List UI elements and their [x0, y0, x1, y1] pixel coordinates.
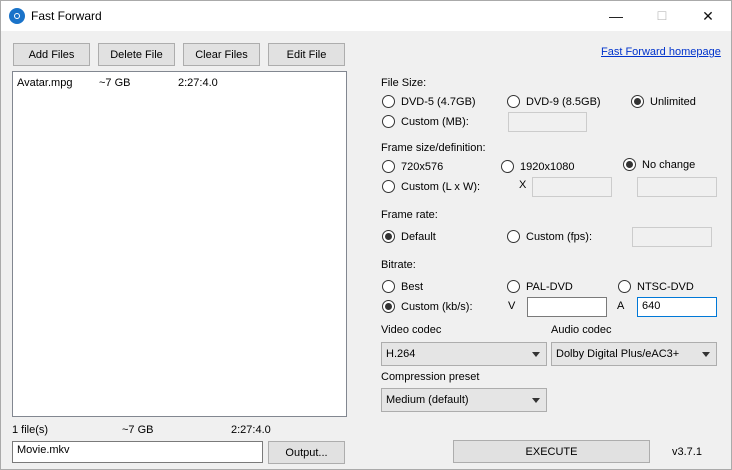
radio-no-change[interactable]: No change	[623, 158, 695, 171]
output-button[interactable]: Output...	[268, 441, 345, 464]
output-filename-input[interactable]: Movie.mkv	[12, 441, 263, 463]
title-bar: Fast Forward — ☐ ✕	[1, 1, 731, 31]
radio-dot-icon	[382, 115, 395, 128]
minimize-button[interactable]: —	[593, 1, 639, 31]
close-button[interactable]: ✕	[685, 1, 731, 31]
radio-best[interactable]: Best	[382, 280, 423, 293]
radio-1920x1080[interactable]: 1920x1080	[501, 160, 574, 173]
frame-x-label: X	[519, 179, 527, 191]
radio-dvd5[interactable]: DVD-5 (4.7GB)	[382, 95, 476, 108]
clear-files-button[interactable]: Clear Files	[183, 43, 260, 66]
audio-codec-label: Audio codec	[551, 324, 612, 336]
app-window: Fast Forward — ☐ ✕ Add Files Delete File…	[0, 0, 732, 470]
add-files-button[interactable]: Add Files	[13, 43, 90, 66]
radio-custom-fps[interactable]: Custom (fps):	[507, 230, 592, 243]
radio-dot-checked-icon	[623, 158, 636, 171]
version-label: v3.7.1	[672, 446, 702, 458]
radio-custom-bitrate[interactable]: Custom (kb/s):	[382, 300, 473, 313]
custom-fps-input[interactable]	[632, 227, 712, 247]
file-list[interactable]: Avatar.mpg ~7 GB 2:27:4.0	[12, 71, 347, 417]
radio-ntsc-dvd[interactable]: NTSC-DVD	[618, 280, 694, 293]
delete-file-button[interactable]: Delete File	[98, 43, 175, 66]
radio-dot-icon	[382, 280, 395, 293]
audio-bitrate-input[interactable]: 640	[637, 297, 717, 317]
compression-label: Compression preset	[381, 371, 480, 383]
homepage-link[interactable]: Fast Forward homepage	[601, 46, 721, 58]
radio-pal-dvd[interactable]: PAL-DVD	[507, 280, 573, 293]
radio-dot-checked-icon	[631, 95, 644, 108]
total-duration: 2:27:4.0	[231, 424, 271, 436]
total-size: ~7 GB	[122, 424, 154, 436]
frame-width-input[interactable]	[637, 177, 717, 197]
video-codec-label: Video codec	[381, 324, 442, 336]
file-size-label: File Size:	[381, 77, 427, 89]
radio-dot-icon	[382, 180, 395, 193]
radio-dot-icon	[382, 95, 395, 108]
video-bitrate-label: V	[508, 300, 516, 312]
radio-dot-icon	[382, 160, 395, 173]
audio-bitrate-label: A	[617, 300, 625, 312]
chevron-down-icon	[702, 352, 710, 357]
radio-dot-icon	[507, 280, 520, 293]
window-title: Fast Forward	[31, 9, 102, 23]
radio-default-rate[interactable]: Default	[382, 230, 436, 243]
frame-rate-label: Frame rate:	[381, 209, 438, 221]
custom-size-input[interactable]	[508, 112, 587, 132]
file-row[interactable]: Avatar.mpg ~7 GB 2:27:4.0	[17, 77, 337, 91]
compression-select[interactable]: Medium (default)	[381, 388, 547, 412]
radio-720x576[interactable]: 720x576	[382, 160, 443, 173]
radio-dot-icon	[618, 280, 631, 293]
file-size: ~7 GB	[99, 77, 131, 89]
radio-dot-icon	[501, 160, 514, 173]
radio-dvd9[interactable]: DVD-9 (8.5GB)	[507, 95, 601, 108]
radio-unlimited[interactable]: Unlimited	[631, 95, 696, 108]
audio-codec-select[interactable]: Dolby Digital Plus/eAC3+	[551, 342, 717, 366]
chevron-down-icon	[532, 398, 540, 403]
file-count: 1 file(s)	[12, 424, 49, 436]
radio-dot-icon	[507, 230, 520, 243]
execute-button[interactable]: EXECUTE	[453, 440, 650, 463]
radio-custom-size[interactable]: Custom (MB):	[382, 115, 469, 128]
radio-custom-frame[interactable]: Custom (L x W):	[382, 180, 480, 193]
app-logo-icon	[9, 8, 25, 24]
radio-dot-checked-icon	[382, 300, 395, 313]
radio-dot-icon	[507, 95, 520, 108]
video-codec-select[interactable]: H.264	[381, 342, 547, 366]
file-duration: 2:27:4.0	[178, 77, 218, 89]
video-bitrate-input[interactable]	[527, 297, 607, 317]
bitrate-label: Bitrate:	[381, 259, 416, 271]
maximize-button[interactable]: ☐	[639, 1, 685, 31]
frame-length-input[interactable]	[532, 177, 612, 197]
radio-dot-checked-icon	[382, 230, 395, 243]
edit-file-button[interactable]: Edit File	[268, 43, 345, 66]
file-name: Avatar.mpg	[17, 77, 73, 89]
chevron-down-icon	[532, 352, 540, 357]
frame-size-label: Frame size/definition:	[381, 142, 486, 154]
